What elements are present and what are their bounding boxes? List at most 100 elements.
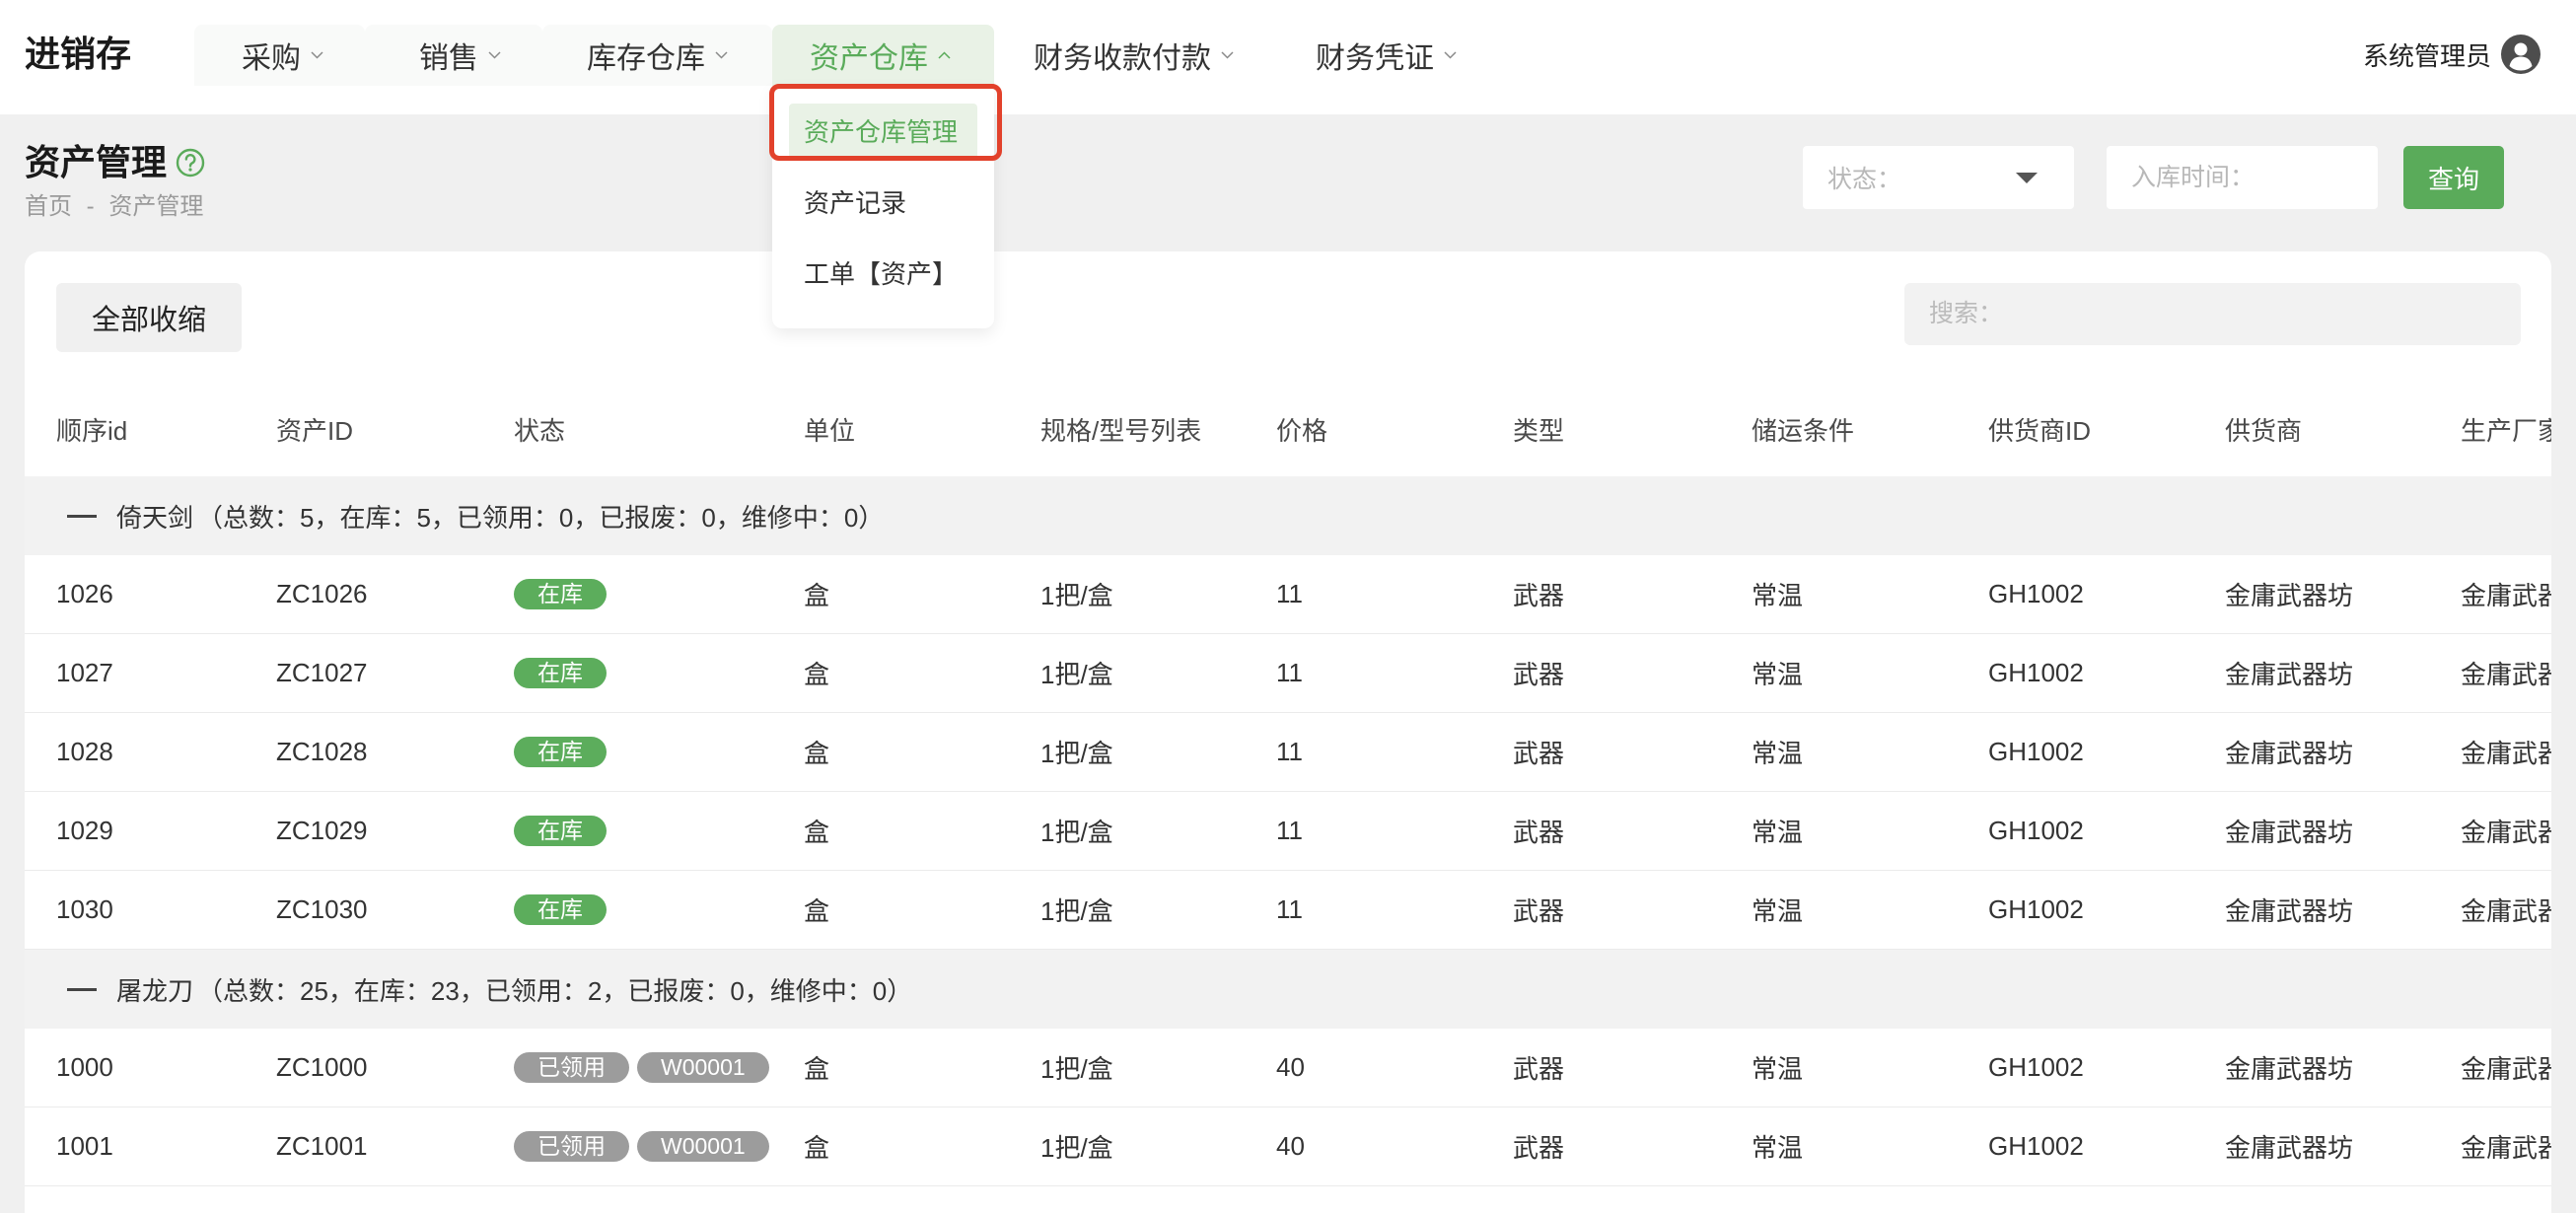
group-row[interactable]: 屠龙刀 （总数：25，在库：23，已领用：2，已报废：0，维修中：0） <box>25 950 2551 1029</box>
cell-type: 武器 <box>1513 896 1565 926</box>
status-badge: 已领用 <box>514 1131 629 1162</box>
nav-item-label: 库存仓库 <box>587 42 705 75</box>
chevron-down-icon <box>1444 51 1457 59</box>
asset-table: 顺序id 资产ID 状态 单位 规格/型号列表 价格 类型 储运条件 供货商ID 供货商 生产厂家倚… <box>25 383 2551 1186</box>
app-logo: 进销存 <box>25 34 132 74</box>
cell-status: 在库 <box>514 894 804 925</box>
cell-asset-id: ZC1026 <box>276 579 368 608</box>
cell-manufacturer: 金庸武器 <box>2461 896 2551 926</box>
page-title-text: 资产管理 <box>25 142 168 182</box>
column-header-supplier-id: 供货商ID <box>1988 416 2092 446</box>
search-input[interactable] <box>1904 283 2521 345</box>
cell-supplier-id: GH1002 <box>1988 1131 2084 1161</box>
cell-asset-id: ZC1029 <box>276 816 368 845</box>
cell-seq-id: 1027 <box>56 658 113 687</box>
table-row: 1000 ZC1000 已领用 W00001 盒 1把/盒 40 武器 常温 GH1002 金庸武器… <box>25 1029 2551 1107</box>
user-menu[interactable]: 系统管理员 <box>2363 35 2540 74</box>
status-select-placeholder: 状态： <box>1827 166 1902 193</box>
cell-price: 11 <box>1276 737 1303 766</box>
dropdown-item-asset-records[interactable]: 资产记录 <box>789 175 977 232</box>
cell-type: 武器 <box>1513 739 1565 768</box>
dropdown-item-asset-warehouse-management[interactable]: 资产仓库管理 <box>789 104 977 161</box>
group-summary: （总数：5，在库：5，已领用：0，已报废：0，维修中：0） <box>197 502 885 533</box>
cell-spec: 1把/盒 <box>1040 1054 1113 1084</box>
cell-spec: 1把/盒 <box>1040 660 1113 689</box>
cell-storage: 常温 <box>1752 660 1804 689</box>
column-header-storage: 储运条件 <box>1752 416 1855 446</box>
cell-unit: 盒 <box>804 1133 830 1163</box>
cell-price: 11 <box>1276 579 1303 608</box>
cell-asset-id: ZC1001 <box>276 1131 368 1161</box>
status-badge: 已领用 <box>514 1052 629 1083</box>
status-badge: 在库 <box>514 894 607 925</box>
cell-status: 在库 <box>514 658 804 688</box>
nav-item-label: 销售 <box>419 42 478 75</box>
cell-unit: 盒 <box>804 896 830 926</box>
nav-item-label: 资产仓库 <box>810 42 928 75</box>
status-badge: 在库 <box>514 658 607 688</box>
cell-seq-id: 1030 <box>56 894 113 924</box>
nav-item-finance-vouchers[interactable]: 财务凭证 <box>1266 25 1493 86</box>
question-circle-icon[interactable] <box>176 148 205 178</box>
cell-price: 40 <box>1276 1052 1305 1082</box>
cell-manufacturer: 金庸武器 <box>2461 1054 2551 1084</box>
breadcrumb: 首页 - 资产管理 <box>25 193 203 221</box>
cell-seq-id: 1001 <box>56 1131 113 1161</box>
cell-supplier: 金庸武器坊 <box>2225 739 2354 768</box>
status-badge: W00001 <box>637 1052 769 1083</box>
stock-in-date-input[interactable] <box>2107 146 2378 209</box>
cell-storage: 常温 <box>1752 896 1804 926</box>
nav-item-label: 财务凭证 <box>1316 42 1434 75</box>
cell-supplier-id: GH1002 <box>1988 894 2084 924</box>
column-header-seq-id: 顺序id <box>56 416 128 446</box>
cell-manufacturer: 金庸武器 <box>2461 660 2551 689</box>
chevron-down-icon <box>311 51 323 59</box>
cell-supplier-id: GH1002 <box>1988 658 2084 687</box>
table-row: 1001 ZC1001 已领用 W00001 盒 1把/盒 40 武器 常温 GH1002 金庸武器… <box>25 1107 2551 1186</box>
collapse-icon[interactable] <box>67 987 97 991</box>
top-nav-bar: 进销存 采购 销售 库存仓库 资产仓库 财务收款付款 财务凭证 系统管理员 <box>0 0 2576 114</box>
breadcrumb-home[interactable]: 首页 <box>25 193 72 220</box>
chevron-up-icon <box>938 51 951 59</box>
nav-item-asset-warehouse[interactable]: 资产仓库 <box>772 25 994 86</box>
table-row: 1027 ZC1027 在库 盒 1把/盒 11 武器 常温 GH1002 金庸武器坊 金庸武器 <box>25 634 2551 713</box>
nav-item-purchase[interactable]: 采购 <box>194 25 365 86</box>
cell-status: 已领用 W00001 <box>514 1131 804 1162</box>
table-header-row: 顺序id 资产ID 状态 单位 规格/型号列表 价格 类型 储运条件 供货商ID 供货商 生产厂家 <box>25 383 2551 476</box>
cell-supplier-id: GH1002 <box>1988 816 2084 845</box>
query-button[interactable]: 查询 <box>2403 146 2504 209</box>
group-row[interactable]: 倚天剑 （总数：5，在库：5，已领用：0，已报废：0，维修中：0） <box>25 476 2551 555</box>
nav-item-inventory-warehouse[interactable]: 库存仓库 <box>542 25 772 86</box>
collapse-icon[interactable] <box>67 514 97 518</box>
cell-storage: 常温 <box>1752 1054 1804 1084</box>
user-name[interactable]: 系统管理员 <box>2363 36 2491 73</box>
cell-spec: 1把/盒 <box>1040 1133 1113 1163</box>
cell-status: 在库 <box>514 737 804 767</box>
nav-item-finance-payments[interactable]: 财务收款付款 <box>994 25 1266 86</box>
cell-type: 武器 <box>1513 660 1565 689</box>
cell-spec: 1把/盒 <box>1040 896 1113 926</box>
status-select[interactable]: 状态： <box>1803 146 2074 209</box>
cell-unit: 盒 <box>804 581 830 610</box>
nav-item-sales[interactable]: 销售 <box>365 25 542 86</box>
cell-supplier-id: GH1002 <box>1988 1052 2084 1082</box>
cell-asset-id: ZC1028 <box>276 737 368 766</box>
cell-manufacturer: 金庸武器 <box>2461 739 2551 768</box>
cell-status: 在库 <box>514 579 804 609</box>
column-header-status: 状态 <box>514 416 566 446</box>
cell-seq-id: 1000 <box>56 1052 113 1082</box>
collapse-all-button[interactable]: 全部收缩 <box>56 283 242 352</box>
column-header-asset-id: 资产ID <box>276 416 354 446</box>
group-name: 屠龙刀 <box>116 975 194 1006</box>
cell-price: 11 <box>1276 658 1303 687</box>
dropdown-item-work-orders[interactable]: 工单【资产】 <box>789 246 977 303</box>
breadcrumb-current: 资产管理 <box>108 193 204 220</box>
cell-type: 武器 <box>1513 1133 1565 1163</box>
user-avatar-icon[interactable] <box>2501 35 2540 74</box>
cell-supplier: 金庸武器坊 <box>2225 1054 2354 1084</box>
cell-type: 武器 <box>1513 1054 1565 1084</box>
cell-unit: 盒 <box>804 660 830 689</box>
cell-manufacturer: 金庸武器 <box>2461 818 2551 847</box>
cell-spec: 1把/盒 <box>1040 581 1113 610</box>
cell-price: 11 <box>1276 816 1303 845</box>
